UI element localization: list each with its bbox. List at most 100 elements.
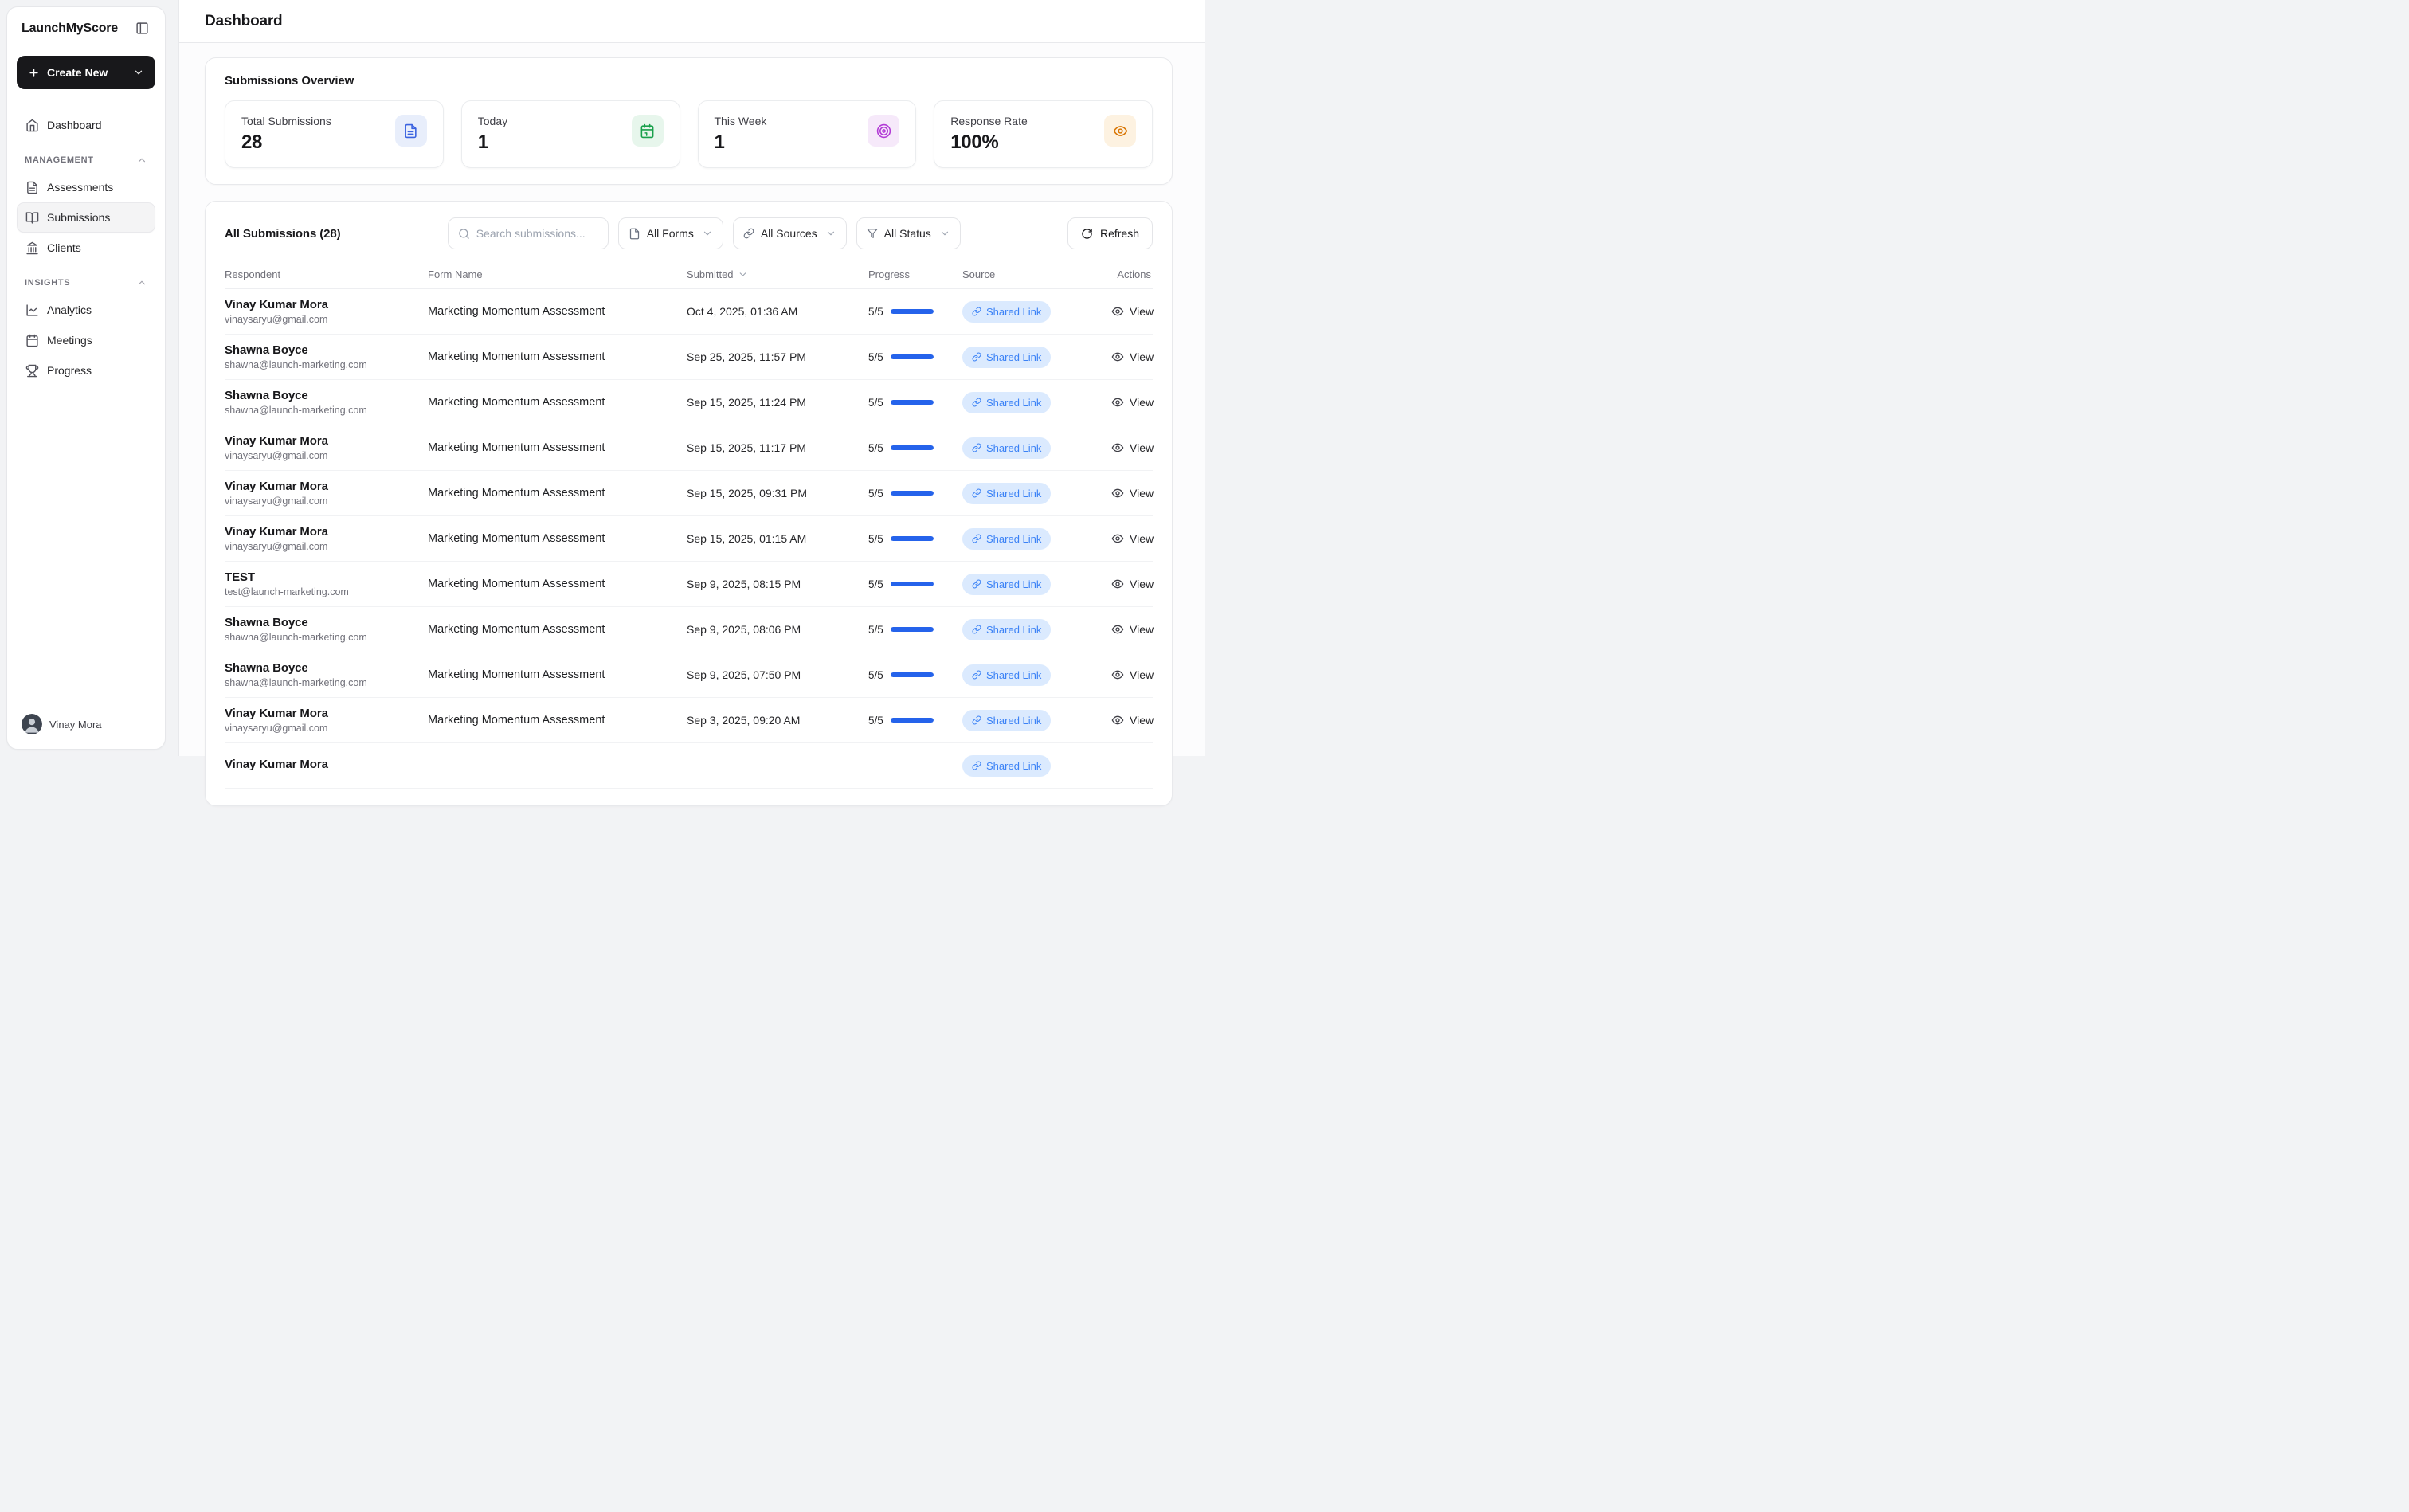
progress-bar <box>891 627 934 632</box>
eye-icon <box>1104 115 1136 147</box>
filter-icon <box>867 228 878 239</box>
sidebar-item-submissions[interactable]: Submissions <box>17 202 155 233</box>
sidebar-item-analytics[interactable]: Analytics <box>17 295 155 325</box>
eye-icon <box>1111 578 1124 590</box>
column-source: Source <box>962 268 1110 280</box>
chevron-down-icon <box>939 228 950 239</box>
form-name: Marketing Momentum Assessment <box>428 305 687 318</box>
column-submitted-sort[interactable]: Submitted <box>687 268 868 280</box>
eye-icon <box>1111 305 1124 318</box>
form-name: Marketing Momentum Assessment <box>428 487 687 499</box>
form-name: Marketing Momentum Assessment <box>428 668 687 681</box>
respondent-name: Vinay Kumar Mora <box>225 525 428 539</box>
chevron-up-icon <box>136 277 147 288</box>
link-icon <box>743 228 754 239</box>
table-header: Respondent Form Name Submitted Progress … <box>225 260 1153 289</box>
progress-label: 5/5 <box>868 306 883 318</box>
refresh-button[interactable]: Refresh <box>1067 217 1153 249</box>
eye-icon <box>1111 623 1124 636</box>
home-icon <box>25 119 39 132</box>
table-row: Shawna Boyce shawna@launch-marketing.com… <box>225 607 1153 652</box>
source-badge: Shared Link <box>962 755 1051 777</box>
source-badge: Shared Link <box>962 483 1051 504</box>
view-button[interactable]: View <box>1110 347 1155 366</box>
progress-bar-fill <box>891 400 934 405</box>
sidebar-collapse-button[interactable] <box>134 20 151 37</box>
link-icon <box>972 534 981 543</box>
link-icon <box>972 715 981 725</box>
panel-left-icon <box>135 22 149 35</box>
filter-all-forms[interactable]: All Forms <box>618 217 723 249</box>
progress-label: 5/5 <box>868 488 883 499</box>
source-badge: Shared Link <box>962 437 1051 459</box>
filter-all-sources[interactable]: All Sources <box>733 217 847 249</box>
assessments-file-icon <box>25 181 39 194</box>
view-button[interactable]: View <box>1110 393 1155 412</box>
create-new-label: Create New <box>47 66 108 79</box>
search-input[interactable] <box>476 227 598 240</box>
table-row: Vinay Kumar Mora vinaysaryu@gmail.com Ma… <box>225 471 1153 516</box>
view-button[interactable]: View <box>1110 665 1155 684</box>
column-respondent: Respondent <box>225 268 428 280</box>
submissions-table-body: Vinay Kumar Mora vinaysaryu@gmail.com Ma… <box>225 289 1153 789</box>
sidebar-section-management[interactable]: MANAGEMENT <box>17 155 155 166</box>
create-new-button[interactable]: Create New <box>17 56 155 89</box>
respondent-email: shawna@launch-marketing.com <box>225 632 428 643</box>
link-icon <box>972 488 981 498</box>
stat-this-week: This Week 1 <box>698 100 917 168</box>
search-icon <box>458 228 470 240</box>
stat-total-submissions: Total Submissions 28 <box>225 100 444 168</box>
stat-value: 1 <box>478 131 507 154</box>
sidebar-item-assessments[interactable]: Assessments <box>17 172 155 202</box>
form-name: Marketing Momentum Assessment <box>428 623 687 636</box>
respondent-name: Vinay Kumar Mora <box>225 480 428 493</box>
submitted-date: Sep 15, 2025, 11:24 PM <box>687 396 868 409</box>
avatar <box>22 714 42 734</box>
progress-label: 5/5 <box>868 397 883 409</box>
sidebar-item-clients[interactable]: Clients <box>17 233 155 263</box>
form-name: Marketing Momentum Assessment <box>428 714 687 727</box>
table-row: Vinay Kumar Mora Shared Link <box>225 743 1153 789</box>
view-button[interactable]: View <box>1110 438 1155 457</box>
user-profile[interactable]: Vinay Mora <box>17 711 155 738</box>
page-title: Dashboard <box>205 13 282 30</box>
view-button[interactable]: View <box>1110 711 1155 730</box>
clients-building-icon <box>25 241 39 255</box>
view-button[interactable]: View <box>1110 302 1155 321</box>
respondent-name: Shawna Boyce <box>225 343 428 357</box>
view-button[interactable]: View <box>1110 484 1155 503</box>
sidebar-item-progress[interactable]: Progress <box>17 355 155 386</box>
sidebar-item-meetings[interactable]: Meetings <box>17 325 155 355</box>
table-row: Vinay Kumar Mora vinaysaryu@gmail.com Ma… <box>225 289 1153 335</box>
column-form-name: Form Name <box>428 268 687 280</box>
progress-bar <box>891 491 934 496</box>
sidebar-section-insights[interactable]: INSIGHTS <box>17 277 155 288</box>
sidebar-item-dashboard[interactable]: Dashboard <box>17 110 155 140</box>
filter-all-status[interactable]: All Status <box>856 217 961 249</box>
submissions-overview-card: Submissions Overview Total Submissions 2… <box>205 57 1173 185</box>
chevron-down-icon <box>702 228 713 239</box>
form-name: Marketing Momentum Assessment <box>428 532 687 545</box>
view-button[interactable]: View <box>1110 529 1155 548</box>
submitted-date: Sep 15, 2025, 01:15 AM <box>687 532 868 545</box>
view-button[interactable]: View <box>1110 574 1155 593</box>
stat-label: Total Submissions <box>241 115 331 127</box>
respondent-email: shawna@launch-marketing.com <box>225 405 428 416</box>
link-icon <box>972 398 981 407</box>
stat-today: Today 1 <box>461 100 680 168</box>
stat-response-rate: Response Rate 100% <box>934 100 1153 168</box>
progress-label: 5/5 <box>868 442 883 454</box>
respondent-name: Shawna Boyce <box>225 616 428 629</box>
progress-bar-fill <box>891 627 934 632</box>
form-file-icon <box>629 228 640 240</box>
submissions-table: Respondent Form Name Submitted Progress … <box>225 260 1153 789</box>
submissions-book-icon <box>25 211 39 225</box>
progress-label: 5/5 <box>868 533 883 545</box>
view-button[interactable]: View <box>1110 620 1155 639</box>
form-name: Marketing Momentum Assessment <box>428 351 687 363</box>
page-header: Dashboard <box>179 0 1204 43</box>
source-badge: Shared Link <box>962 347 1051 368</box>
file-icon <box>395 115 427 147</box>
column-progress: Progress <box>868 268 962 280</box>
stat-value: 28 <box>241 131 331 154</box>
